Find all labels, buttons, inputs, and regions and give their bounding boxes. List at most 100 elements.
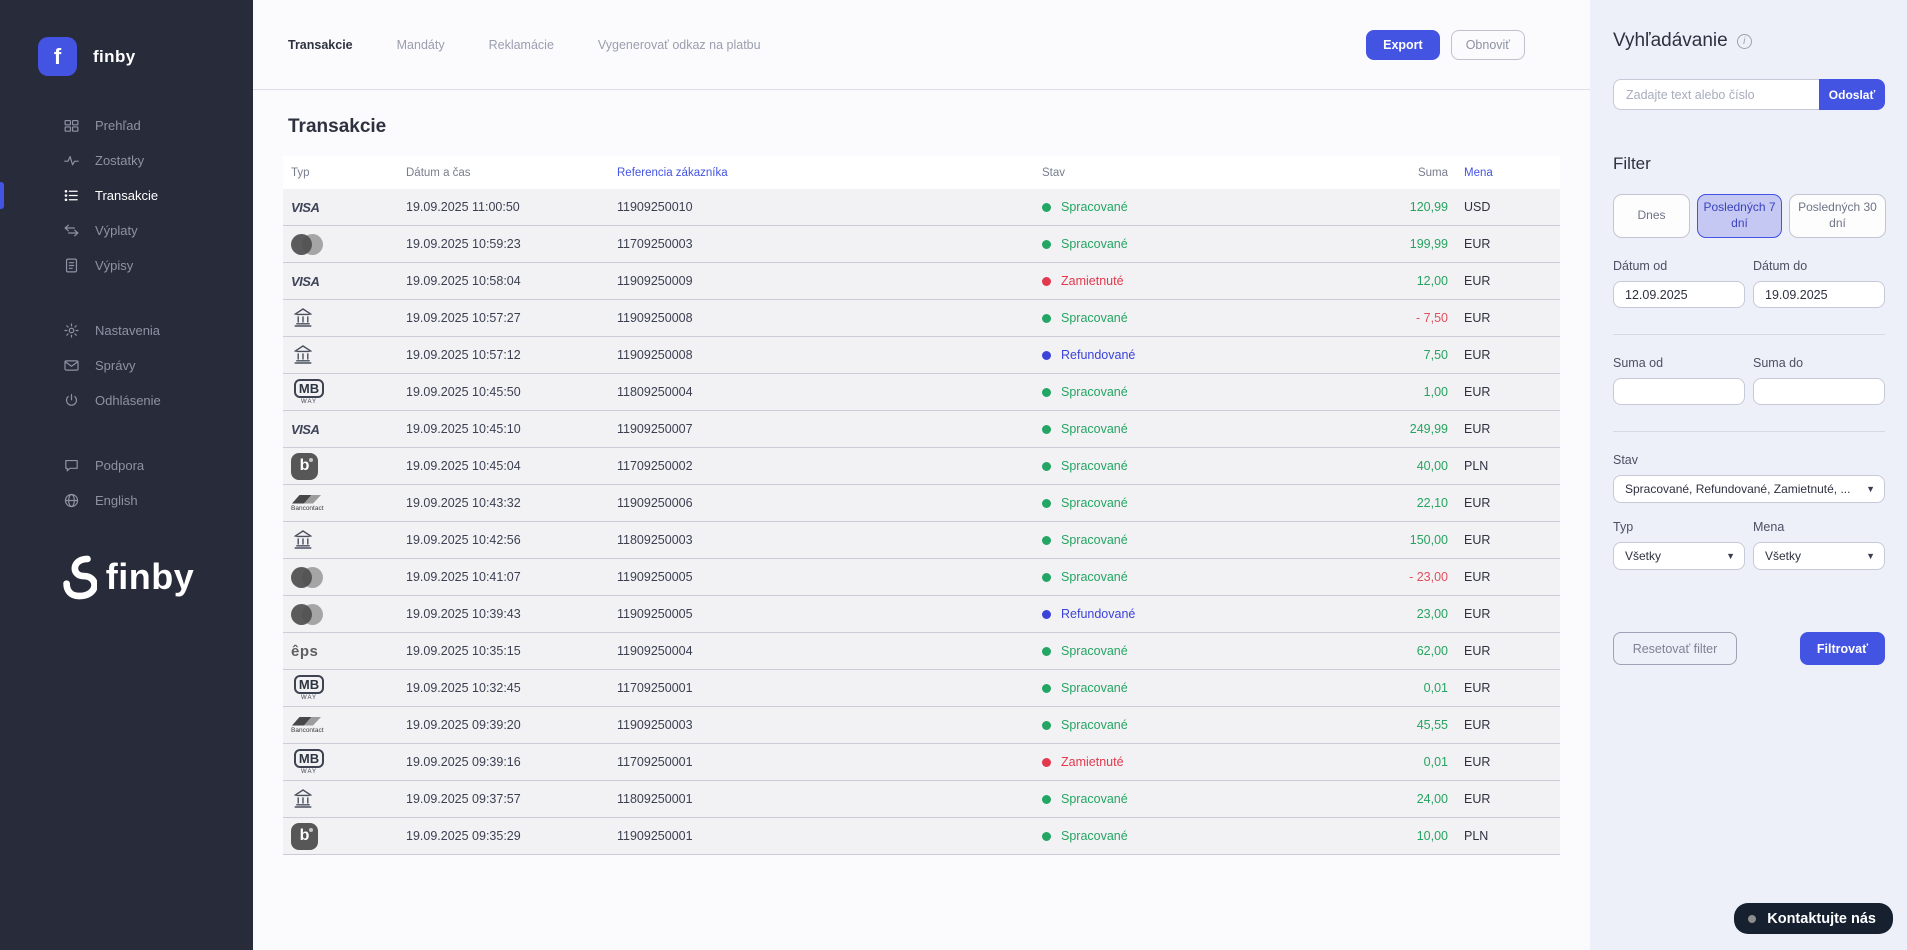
transaction-row[interactable]: êps 19.09.2025 10:35:15 11909250004 Spracov… — [283, 633, 1560, 670]
status-cell: Spracované — [1034, 570, 1364, 584]
transaction-row[interactable]: Bancontact 19.09.2025 09:39:20 11909250003… — [283, 707, 1560, 744]
date-from-input[interactable] — [1613, 281, 1745, 308]
status-dot-icon — [1042, 461, 1051, 471]
transaction-row[interactable]: 19.09.2025 09:37:57 11809250001 Spracované… — [283, 781, 1560, 818]
tab-transakcie[interactable]: Transakcie — [288, 38, 353, 52]
sidebar-item-odhlasenie[interactable]: Odhlásenie — [0, 383, 253, 418]
datetime-cell: 19.09.2025 10:59:23 — [406, 237, 521, 251]
sidebar-item-vypisy[interactable]: Výpisy — [0, 248, 253, 283]
transaction-row[interactable]: VISA 19.09.2025 10:58:04 11909250009 Zamiet… — [283, 263, 1560, 300]
transaction-row[interactable]: b 19.09.2025 09:35:29 11909250001 Spracovan… — [283, 818, 1560, 855]
status-label: Spracované — [1061, 570, 1128, 584]
transaction-row[interactable]: 19.09.2025 10:39:43 11909250005 Refundovan… — [283, 596, 1560, 633]
quick-range-chip-poslednych-30-dni[interactable]: Posledných 30 dní — [1789, 194, 1886, 238]
datetime-cell: 19.09.2025 10:42:56 — [406, 533, 521, 547]
contact-us-button[interactable]: Kontaktujte nás — [1734, 903, 1893, 934]
main-content: Transakcie Mandáty Reklamácie Vygenerovať o… — [253, 0, 1590, 950]
sidebar-item-podpora[interactable]: Podpora — [0, 448, 253, 483]
transaction-row[interactable]: Bancontact 19.09.2025 10:43:32 11909250006… — [283, 485, 1560, 522]
column-header-datum-a-cas[interactable]: Dátum a čas — [398, 167, 609, 179]
chevron-down-icon: ▼ — [1866, 551, 1875, 561]
sidebar-item-vyplaty[interactable]: Výplaty — [0, 213, 253, 248]
mbway-icon: MB WAY — [291, 379, 327, 405]
currency-cell: EUR — [1464, 533, 1491, 547]
payment-type-cell: b — [283, 818, 398, 854]
sidebar-item-label: Transakcie — [95, 188, 159, 203]
filter-panel: Vyhľadávanie i Odoslať Filter DnesPosled… — [1590, 0, 1907, 950]
transaction-row[interactable]: 19.09.2025 10:42:56 11809250003 Spracované… — [283, 522, 1560, 559]
date-to-input[interactable] — [1753, 281, 1885, 308]
transaction-row[interactable]: 19.09.2025 10:59:23 11709250003 Spracované… — [283, 226, 1560, 263]
payment-type-cell: VISA — [283, 263, 398, 299]
transaction-row[interactable]: 19.09.2025 10:57:27 11909250008 Spracované… — [283, 300, 1560, 337]
column-header-mena[interactable]: Mena — [1448, 167, 1560, 179]
sidebar-item-english[interactable]: English — [0, 483, 253, 518]
search-row: Odoslať — [1613, 79, 1885, 110]
reset-filter-button[interactable]: Resetovať filter — [1613, 632, 1737, 665]
column-header-typ[interactable]: Typ — [283, 167, 398, 179]
sidebar-item-spravy[interactable]: Správy — [0, 348, 253, 383]
refresh-button[interactable]: Obnoviť — [1450, 29, 1525, 60]
info-icon[interactable]: i — [1736, 33, 1752, 49]
amount-cell: 12,00 — [1416, 274, 1448, 288]
bank-transfer-icon — [291, 305, 315, 332]
topbar: Transakcie Mandáty Reklamácie Vygenerovať o… — [253, 0, 1590, 90]
payment-type-cell — [283, 596, 398, 632]
search-submit-button[interactable]: Odoslať — [1819, 79, 1885, 110]
transaction-row[interactable]: VISA 19.09.2025 10:45:10 11909250007 Spraco… — [283, 411, 1560, 448]
sidebar-item-prehlad[interactable]: Prehľad — [0, 108, 253, 143]
transaction-row[interactable]: MB WAY 19.09.2025 10:32:45 11709250001 Sprac… — [283, 670, 1560, 707]
status-dot-icon — [1042, 572, 1051, 582]
sidebar-item-label: Podpora — [95, 458, 145, 473]
tab-vygenerovat-odkaz-na-platbu[interactable]: Vygenerovať odkaz na platbu — [598, 38, 761, 52]
export-button[interactable]: Export — [1366, 29, 1440, 60]
transaction-row[interactable]: MB WAY 19.09.2025 09:39:16 11709250001 Zamie… — [283, 744, 1560, 781]
quick-range-chip-dnes[interactable]: Dnes — [1613, 194, 1690, 238]
quick-range-chip-poslednych-7-dni[interactable]: Posledných 7 dní — [1697, 194, 1782, 238]
datetime-cell: 19.09.2025 10:39:43 — [406, 607, 521, 621]
sidebar-item-zostatky[interactable]: Zostatky — [0, 143, 253, 178]
transaction-row[interactable]: MB WAY 19.09.2025 10:45:50 11809250004 Sprac… — [283, 374, 1560, 411]
status-label: Spracované — [1061, 422, 1128, 436]
transaction-row[interactable]: VISA 19.09.2025 11:00:50 11909250010 Spraco… — [283, 189, 1560, 226]
payment-type-cell: êps — [283, 633, 398, 669]
tab-mandaty[interactable]: Mandáty — [397, 38, 445, 52]
power-icon — [63, 392, 80, 409]
sidebar-item-label: Odhlásenie — [95, 393, 161, 408]
eps-icon: êps — [291, 642, 319, 660]
visa-icon: VISA — [291, 421, 320, 437]
amount-cell: 62,00 — [1416, 644, 1448, 658]
status-select[interactable]: Spracované, Refundované, Zamietnuté, ...… — [1613, 475, 1885, 503]
status-cell: Refundované — [1034, 348, 1364, 362]
currency-cell: EUR — [1464, 570, 1491, 584]
amount-from-label: Suma od — [1613, 356, 1664, 370]
amount-to-input[interactable] — [1753, 378, 1885, 405]
datetime-cell: 19.09.2025 09:37:57 — [406, 792, 521, 806]
payment-type-cell — [283, 300, 398, 336]
column-header-suma[interactable]: Suma — [1364, 167, 1448, 179]
reference-cell: 11709250001 — [617, 681, 693, 695]
currency-filter-label: Mena — [1753, 520, 1785, 534]
mastercard-icon — [291, 603, 324, 625]
currency-select[interactable]: Všetky ▼ — [1753, 542, 1885, 570]
apply-filter-button[interactable]: Filtrovať — [1800, 632, 1885, 665]
transaction-row[interactable]: b 19.09.2025 10:45:04 11709250002 Spracovan… — [283, 448, 1560, 485]
status-cell: Spracované — [1034, 718, 1364, 732]
status-dot-icon — [1042, 683, 1051, 693]
sidebar-item-transakcie[interactable]: Transakcie — [0, 178, 253, 213]
status-cell: Spracované — [1034, 459, 1364, 473]
sidebar-item-nastavenia[interactable]: Nastavenia — [0, 313, 253, 348]
transaction-row[interactable]: 19.09.2025 10:57:12 11909250008 Refundovan… — [283, 337, 1560, 374]
reference-cell: 11909250004 — [617, 644, 693, 658]
column-header-stav[interactable]: Stav — [1034, 167, 1364, 179]
tab-reklamacie[interactable]: Reklamácie — [489, 38, 554, 52]
transaction-row[interactable]: 19.09.2025 10:41:07 11909250005 Spracované… — [283, 559, 1560, 596]
status-label: Spracované — [1061, 681, 1128, 695]
datetime-cell: 19.09.2025 09:39:16 — [406, 755, 521, 769]
column-header-referencia-zakaznika[interactable]: Referencia zákazníka — [609, 167, 1034, 179]
chevron-down-icon: ▼ — [1866, 484, 1875, 494]
payment-type-cell — [283, 522, 398, 558]
search-input[interactable] — [1613, 79, 1819, 110]
amount-from-input[interactable] — [1613, 378, 1745, 405]
type-select[interactable]: Všetky ▼ — [1613, 542, 1745, 570]
